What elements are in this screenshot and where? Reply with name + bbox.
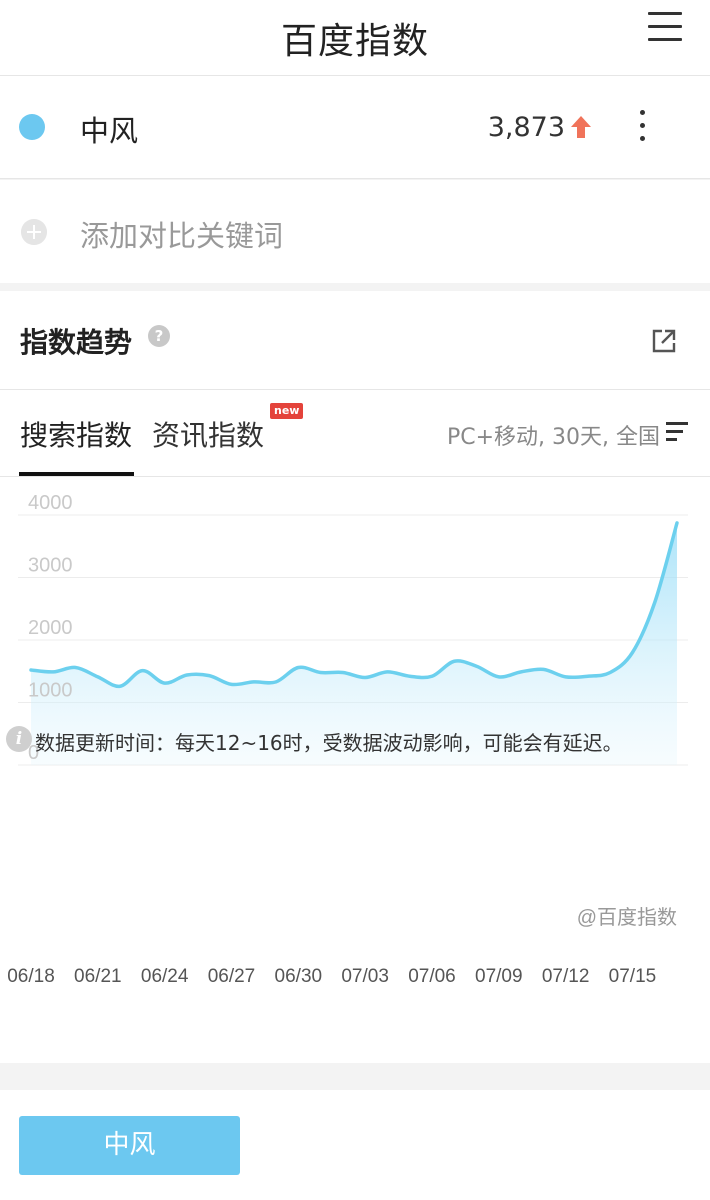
x-tick-label: 06/21 [74,966,122,987]
tab-news-index[interactable]: 资讯指数 [152,414,264,454]
x-tick-label: 06/30 [275,966,323,987]
filter-icon[interactable] [666,422,688,442]
share-icon[interactable] [650,327,678,355]
y-tick-label: 4000 [28,492,73,514]
x-tick-label: 07/03 [341,966,389,987]
tab-search-index[interactable]: 搜索指数 [20,414,132,454]
y-tick-label: 2000 [28,617,73,639]
keyword-name: 中风 [80,114,139,148]
info-icon: i [6,726,32,752]
trend-line [29,521,679,689]
help-icon[interactable]: ? [148,325,170,347]
y-tick-label: 3000 [28,555,73,577]
index-tabs: 搜索指数 资讯指数 new PC+移动, 30天, 全国 [0,390,710,477]
x-tick-label: 06/18 [7,966,55,987]
chart-watermark: @百度指数 [577,906,677,929]
keyword-row[interactable]: 中风 3,873 [0,76,710,179]
app-header: 百度指数 [0,0,710,76]
y-tick-label: 1000 [28,680,73,702]
trend-header: 指数趋势 ? [0,291,710,390]
filter-summary[interactable]: PC+移动, 30天, 全国 [447,419,660,451]
update-note-text: 数据更新时间：每天12~16时，受数据波动影响，可能会有延迟。 [35,731,623,755]
hamburger-menu-icon[interactable] [648,10,686,44]
x-tick-label: 07/15 [609,966,657,987]
x-tick-label: 06/24 [141,966,189,987]
keyword-color-dot [19,114,45,140]
x-tick-label: 07/09 [475,966,523,987]
trend-title: 指数趋势 [20,326,133,359]
add-compare-label[interactable]: 添加对比关键词 [80,213,283,255]
x-tick-label: 06/27 [208,966,256,987]
more-options-icon[interactable] [632,106,654,146]
x-tick-label: 07/06 [408,966,456,987]
page-title: 百度指数 [280,21,429,62]
keyword-button[interactable]: 中风 [19,1116,240,1175]
keyword-value: 3,873 [487,112,565,143]
x-tick-label: 07/12 [542,966,590,987]
new-badge: new [270,403,304,419]
active-tab-indicator [19,472,134,476]
plus-icon [21,219,47,245]
bottom-bar: 中风 [0,1090,710,1200]
trend-card: 指数趋势 ? 搜索指数 资讯指数 new PC+移动, 30天, 全国 0 100… [0,291,710,1063]
update-note: i 数据更新时间：每天12~16时，受数据波动影响，可能会有延迟。 [4,723,704,759]
arrow-up-icon [571,116,591,138]
